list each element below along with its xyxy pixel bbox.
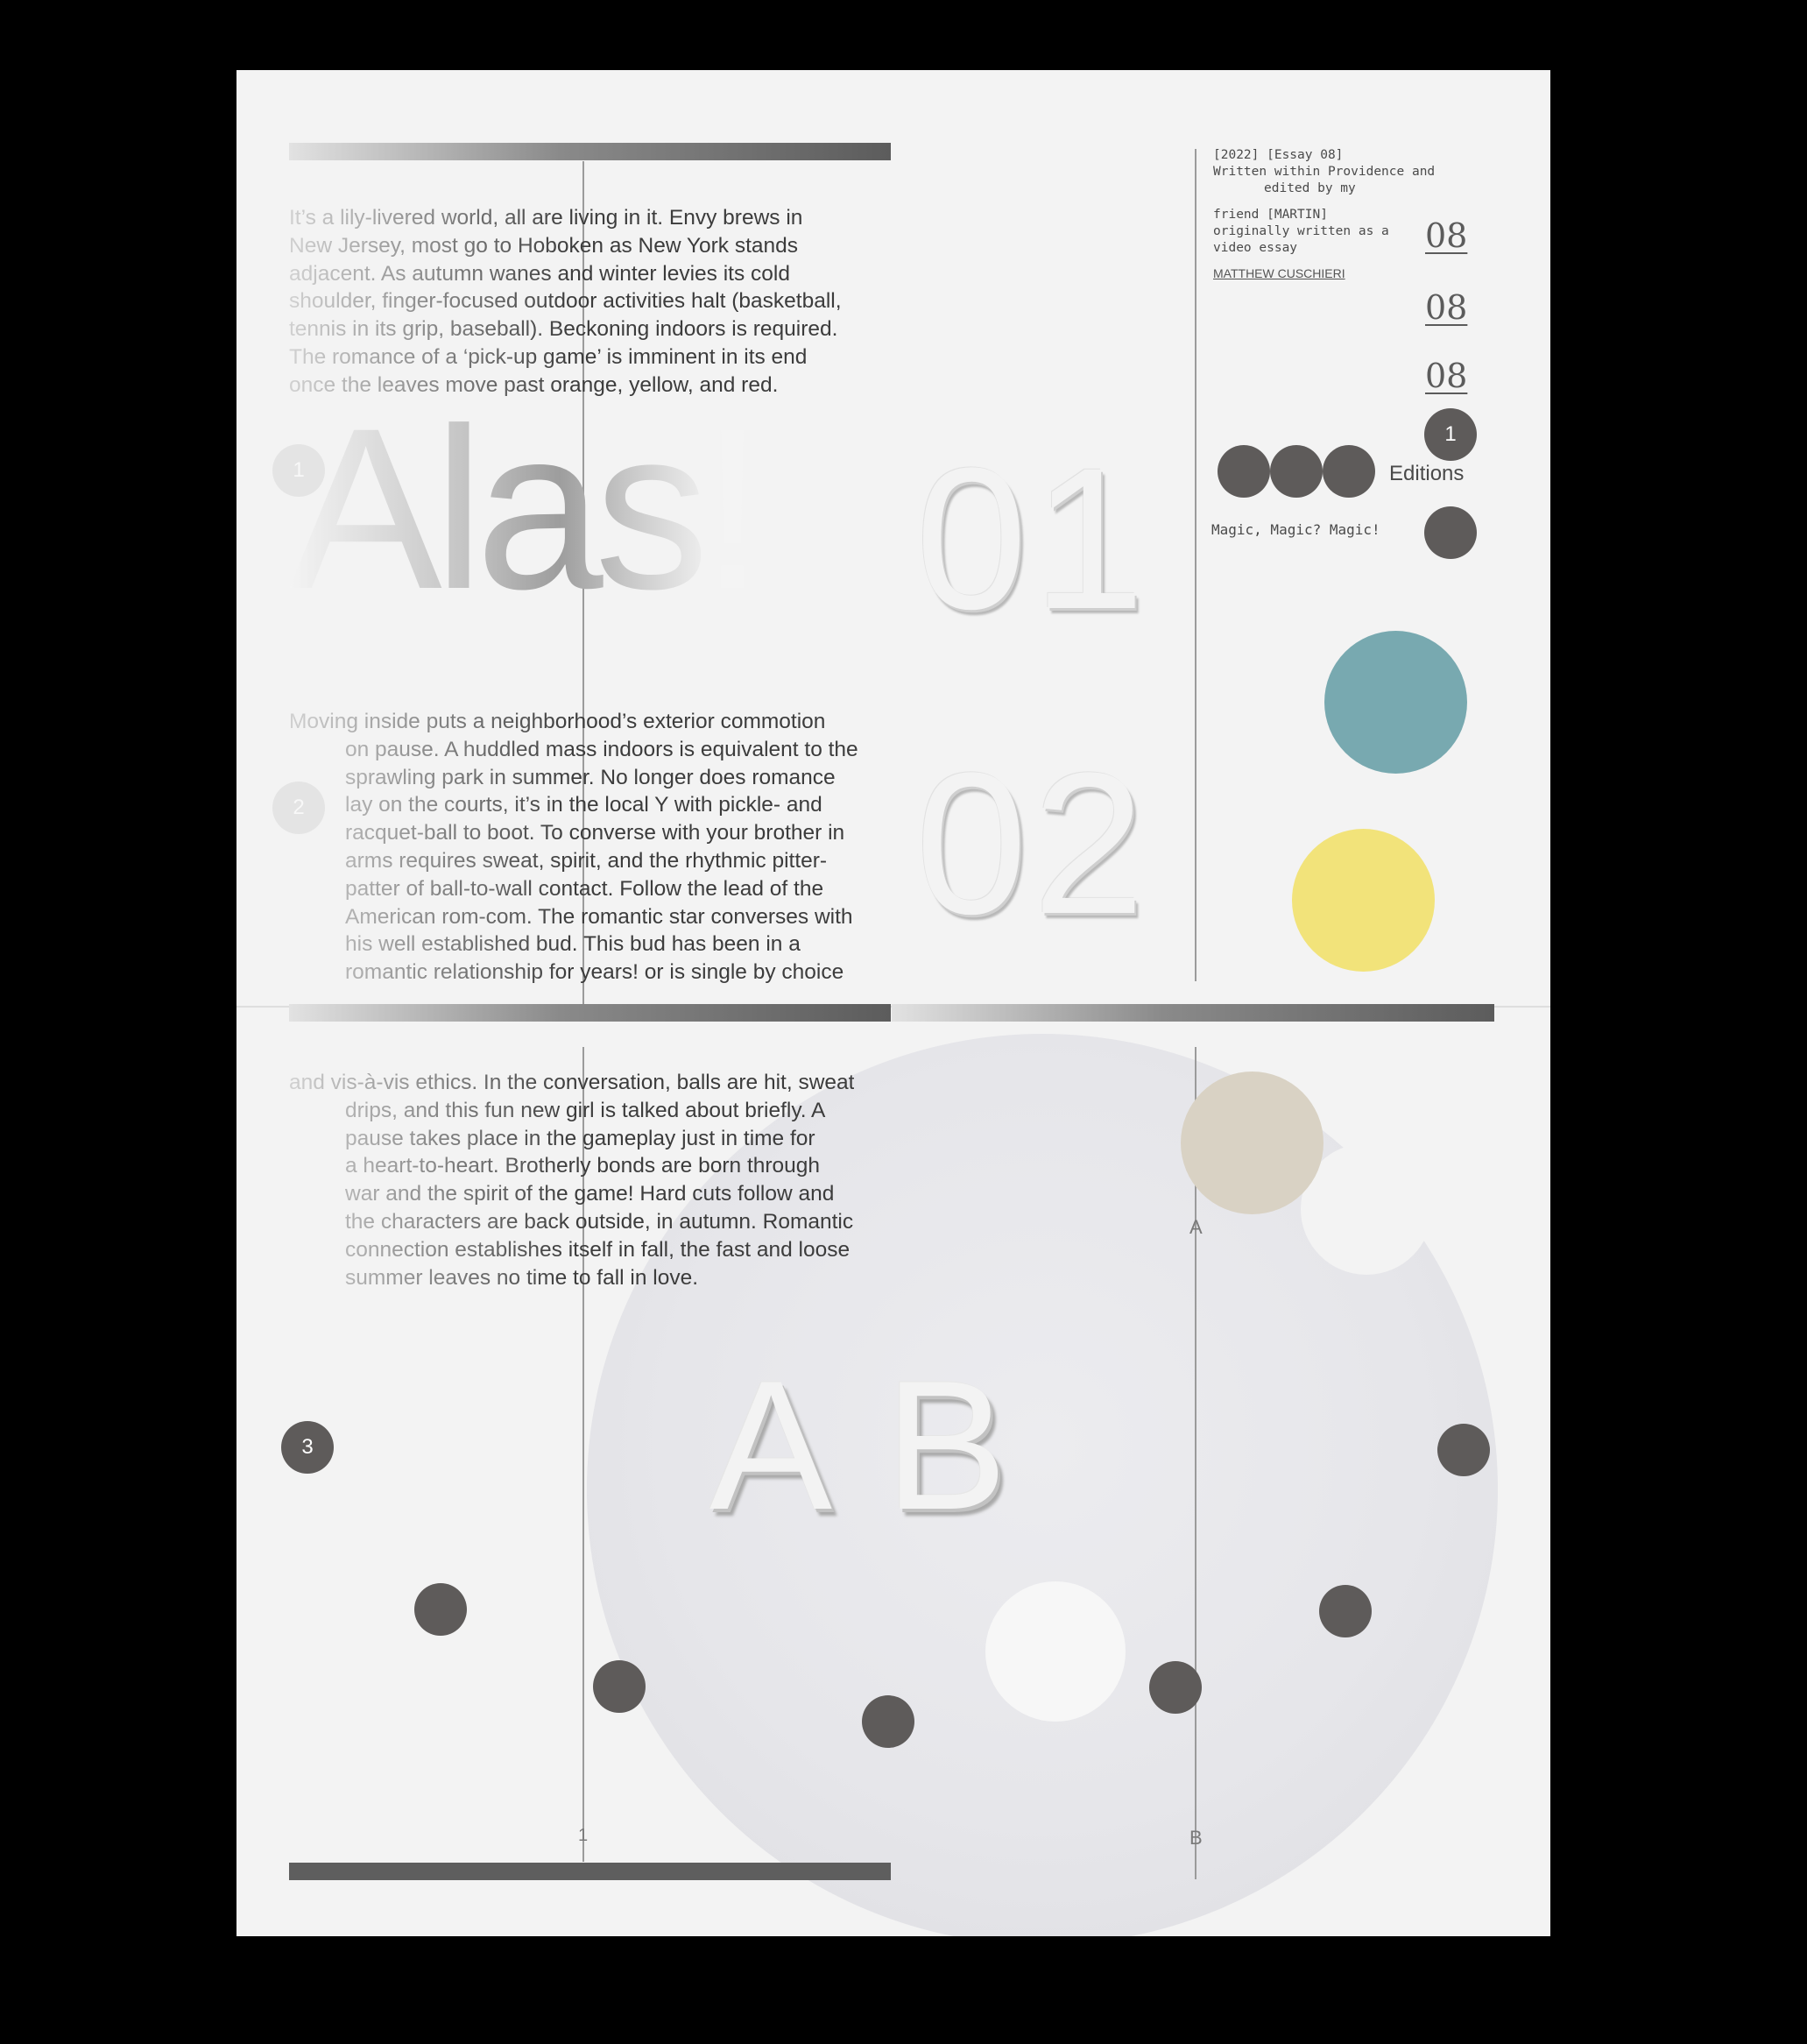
paragraph-1: It’s a lily-livered world, all are livin… — [289, 204, 842, 400]
text-line: It’s a lily-livered world, all are livin… — [289, 206, 803, 230]
text-line: and vis-à-vis ethics. In the conversatio… — [289, 1071, 855, 1094]
text-line: New Jersey, most go to Hoboken as New Yo… — [289, 233, 799, 258]
text-line: sprawling park in summer. No longer does… — [345, 765, 836, 789]
paragraph-3: and vis-à-vis ethics. In the conversatio… — [289, 1069, 854, 1291]
section-marker-3: 3 — [281, 1421, 334, 1474]
text-line: tennis in its grip, baseball). Beckoning… — [289, 317, 838, 342]
author-credit: MATTHEW CUSCHIERI — [1213, 266, 1345, 280]
text-line: The romance of a ‘pick-up game’ is immin… — [289, 344, 808, 369]
editions-label: Editions — [1389, 462, 1465, 485]
axis-label-b: B — [1189, 1827, 1203, 1849]
letters-ab: AB — [709, 1342, 1061, 1548]
scatter-dot — [593, 1660, 646, 1713]
edition-dot — [1270, 445, 1323, 498]
text-line: arms requires sweat, spirit, and the rhy… — [345, 848, 828, 873]
section-number-01: 01 — [915, 426, 1150, 651]
text-line: the characters are back outside, in autu… — [345, 1209, 854, 1234]
middle-bar-right — [892, 1004, 1494, 1022]
text-line: shoulder, finger-focused outdoor activit… — [289, 289, 842, 314]
text-line: pause takes place in the gameplay just i… — [345, 1126, 815, 1150]
editions-badge: 1 — [1424, 408, 1477, 461]
text-line: romantic relationship for years! or is s… — [345, 960, 844, 985]
tagline: Magic, Magic? Magic! — [1211, 521, 1380, 538]
tagline-dot — [1424, 506, 1477, 559]
colophon-line: video essay — [1213, 241, 1298, 255]
text-line: connection establishes itself in fall, t… — [345, 1237, 851, 1262]
text-line: Moving inside puts a neighborhood’s exte… — [289, 710, 826, 733]
text-line: drips, and this fun new girl is talked a… — [345, 1098, 826, 1122]
colophon-line: [2022] [Essay 08] — [1213, 148, 1344, 162]
headline: Alas! — [289, 380, 764, 637]
top-bar — [289, 143, 891, 160]
text-line: summer leaves no time to fall in love. — [345, 1265, 699, 1290]
scatter-dot — [1437, 1424, 1490, 1476]
scatter-dot — [1319, 1585, 1372, 1637]
text-line: lay on the courts, it’s in the local Y w… — [345, 793, 822, 817]
section-number-02: 02 — [915, 731, 1150, 956]
scatter-dot — [1149, 1661, 1202, 1714]
middle-bar-left — [289, 1004, 891, 1022]
text-line: his well established bud. This bud has b… — [345, 932, 801, 957]
text-line: war and the spirit of the game! Hard cut… — [345, 1182, 835, 1206]
text-line: a heart-to-heart. Brotherly bonds are bo… — [345, 1154, 821, 1178]
teal-circle — [1324, 631, 1467, 774]
edition-dot — [1323, 445, 1375, 498]
edition-dot — [1218, 445, 1270, 498]
axis-label-a: A — [1189, 1216, 1203, 1238]
section-marker-1: 1 — [272, 444, 325, 497]
scatter-dot — [414, 1583, 467, 1636]
column-rule — [1195, 149, 1196, 981]
colophon-line: Written within Providence and — [1213, 165, 1436, 179]
text-line: adjacent. As autumn wanes and winter lev… — [289, 261, 790, 286]
poster-sheet: It’s a lily-livered world, all are livin… — [236, 70, 1550, 1936]
scatter-dot — [862, 1695, 914, 1748]
edition-number: 08 — [1425, 357, 1468, 395]
axis-label-1: 1 — [578, 1826, 589, 1845]
bottom-bar — [289, 1863, 891, 1880]
paragraph-2: Moving inside puts a neighborhood’s exte… — [289, 708, 858, 987]
text-line: patter of ball-to-wall contact. Follow t… — [345, 876, 824, 901]
colophon-line: friend [MARTIN] — [1213, 208, 1328, 222]
colophon-line: originally written as a — [1213, 224, 1389, 238]
edition-number: 08 — [1425, 288, 1468, 327]
edition-number: 08 — [1425, 216, 1468, 255]
colophon-line: edited by my — [1264, 181, 1356, 195]
disc-hole — [985, 1581, 1126, 1722]
text-line: racquet-ball to boot. To converse with y… — [345, 821, 845, 845]
text-line: American rom-com. The romantic star conv… — [345, 904, 853, 929]
yellow-circle — [1292, 829, 1435, 972]
text-line: on pause. A huddled mass indoors is equi… — [345, 737, 858, 761]
beige-circle — [1181, 1072, 1323, 1214]
